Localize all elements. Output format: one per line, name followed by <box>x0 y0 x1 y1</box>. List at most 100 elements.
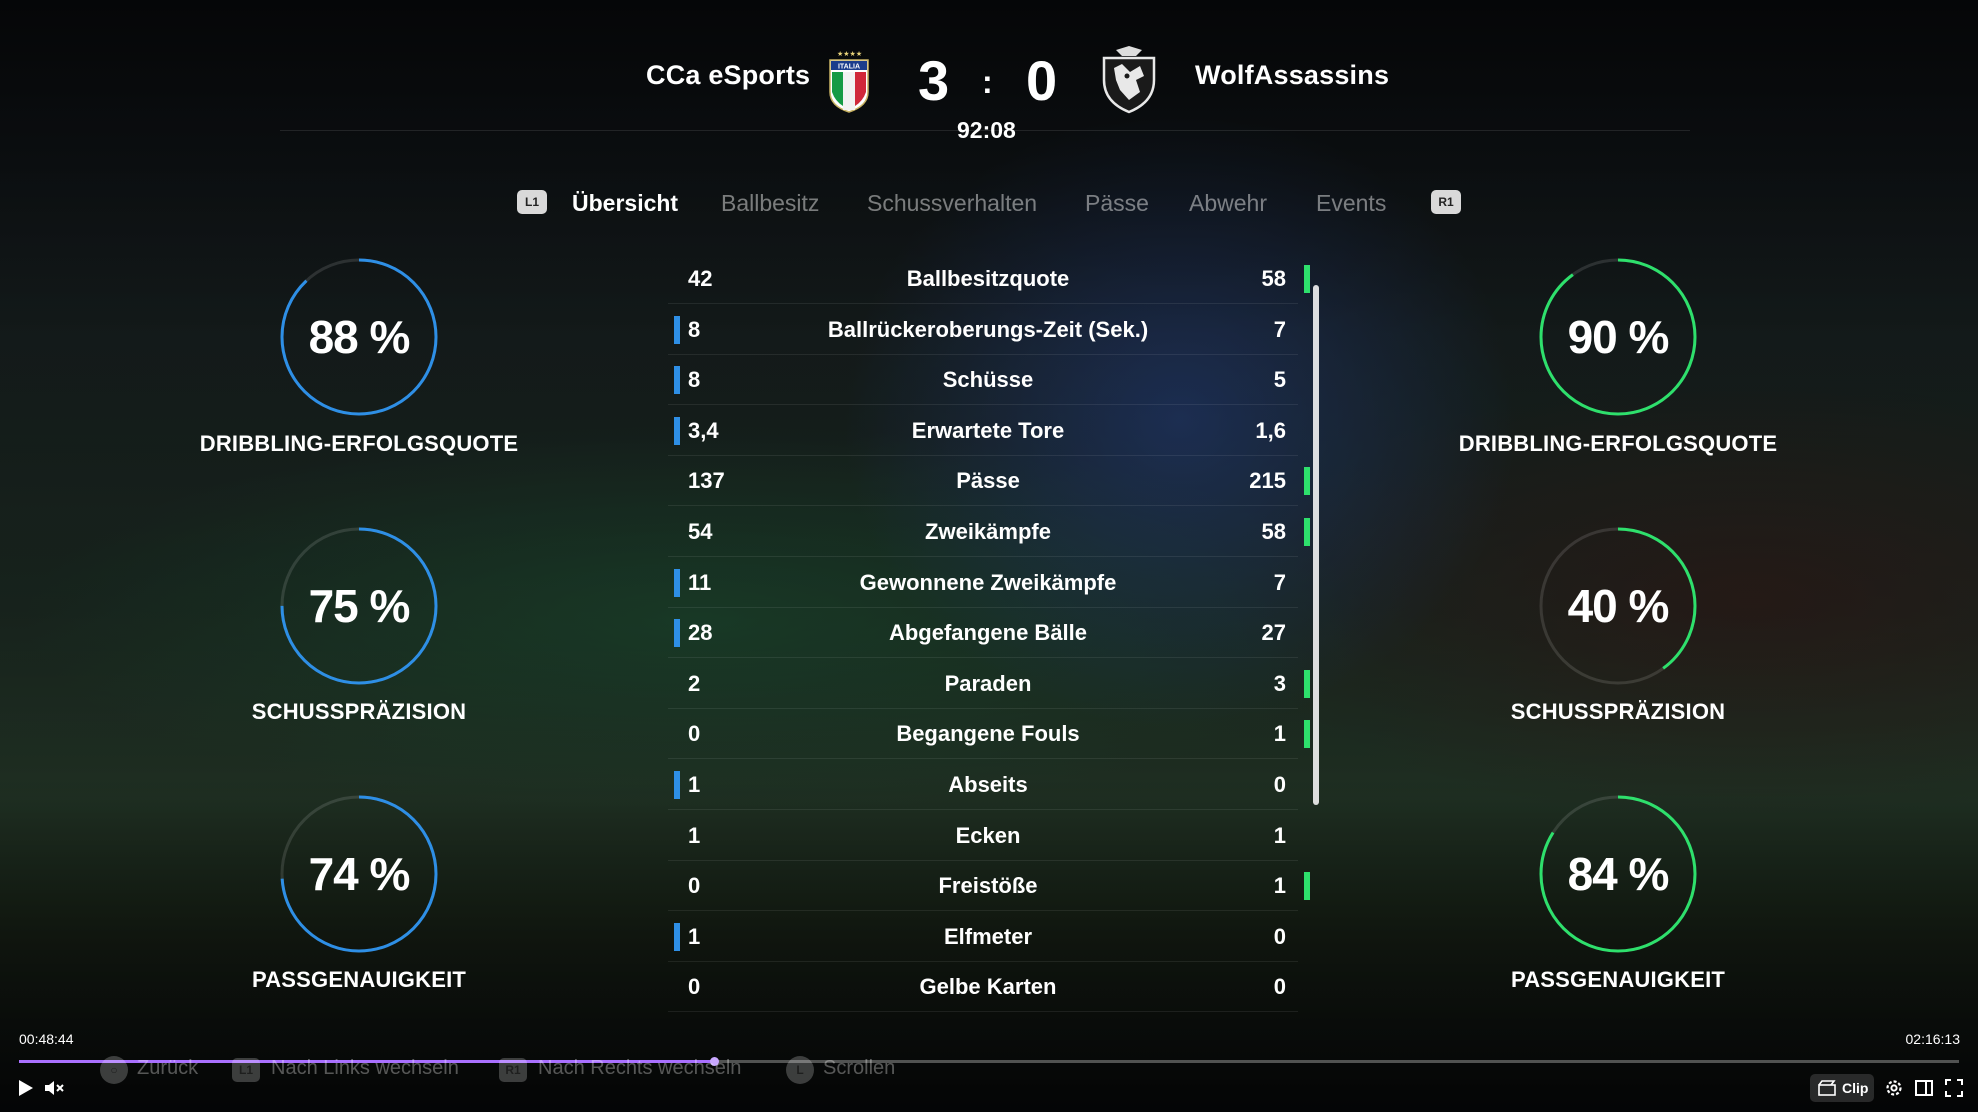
home-dribbling-ring: 88 % <box>278 256 440 418</box>
stat-away-value: 58 <box>1261 519 1286 544</box>
away-leader-bar <box>1304 265 1310 293</box>
home-shot-accuracy-ring: 75 % <box>278 525 440 687</box>
tab-paesse[interactable]: Pässe <box>1085 190 1149 217</box>
tab-uebersicht[interactable]: Übersicht <box>572 190 678 217</box>
tab-abwehr[interactable]: Abwehr <box>1189 190 1267 217</box>
stat-row: 137 Pässe 215 <box>668 456 1310 507</box>
away-pass-accuracy-label: PASSGENAUIGKEIT <box>1510 967 1726 992</box>
away-leader-bar <box>1304 467 1310 496</box>
away-team-name: WolfAssassins <box>1195 60 1390 90</box>
stat-row: 42 Ballbesitzquote 58 <box>668 254 1310 304</box>
stat-row: 3,4 Erwartete Tore 1,6 <box>668 406 1298 456</box>
stat-row: 1 Ecken 1 <box>668 811 1298 861</box>
stat-away-value: 3 <box>1273 670 1286 696</box>
stat-name: Ballbesitzquote <box>906 266 1070 291</box>
l1-hint-icon: L1 <box>232 1058 260 1082</box>
away-pass-accuracy-value: 84 % <box>1567 848 1670 900</box>
away-dribbling-value: 90 % <box>1567 311 1670 363</box>
play-icon[interactable] <box>13 1076 37 1100</box>
stats-scrollbar[interactable] <box>1313 285 1319 805</box>
back-hint-circle-icon: ○ <box>100 1056 128 1084</box>
stat-row: 0 Begangene Fouls 1 <box>668 709 1310 760</box>
stats-tab-bar: L1 Übersicht Ballbesitz Schussverhalten … <box>0 190 1978 220</box>
stat-row: 2 Paraden 3 <box>668 659 1310 709</box>
stat-name: Zweikämpfe <box>925 519 1051 544</box>
tab-schussverhalten[interactable]: Schussverhalten <box>867 190 1037 217</box>
stat-row: 28 Abgefangene Bälle 27 <box>668 608 1298 659</box>
stat-away-value: 58 <box>1261 266 1286 291</box>
away-shot-accuracy-value: 40 % <box>1567 580 1670 632</box>
away-dribbling-label: DRIBBLING-ERFOLGSQUOTE <box>1458 431 1778 456</box>
away-dribbling-ring: 90 % <box>1537 256 1699 418</box>
stat-away-value: 5 <box>1273 367 1286 393</box>
stat-row: 0 Gelbe Karten 0 <box>668 962 1298 1013</box>
home-dribbling-label: DRIBBLING-ERFOLGSQUOTE <box>199 431 519 456</box>
stat-away-value: 1 <box>1273 873 1286 899</box>
stat-name: Ecken <box>955 822 1021 848</box>
stat-away-value: 1 <box>1273 721 1286 747</box>
clip-label: Clip <box>1842 1080 1869 1096</box>
score-separator: : <box>982 64 993 100</box>
stat-away-value: 7 <box>1273 316 1286 342</box>
svg-text:★★★★: ★★★★ <box>837 50 862 58</box>
l1-shoulder-icon[interactable]: L1 <box>517 190 547 214</box>
away-shot-accuracy-ring: 40 % <box>1537 525 1699 687</box>
stat-row: 8 Ballrückeroberungs-Zeit (Sek.) 7 <box>668 305 1298 355</box>
away-leader-bar <box>1304 720 1310 749</box>
r1-shoulder-icon[interactable]: R1 <box>1431 190 1461 214</box>
home-shot-accuracy-label: SCHUSSPRÄZISION <box>251 699 467 724</box>
header-divider <box>280 130 1690 131</box>
stat-away-value: 7 <box>1273 569 1286 595</box>
clip-icon <box>1818 1080 1836 1096</box>
home-team-crest-icon: ★★★★ ITALIA <box>827 48 871 114</box>
total-time: 02:16:13 <box>1905 1031 1961 1047</box>
stat-name: Elfmeter <box>943 923 1033 949</box>
stat-away-value: 1,6 <box>1255 417 1286 443</box>
clip-button[interactable]: Clip <box>1810 1074 1874 1102</box>
stat-name: Freistöße <box>938 873 1038 899</box>
home-pass-accuracy-value: 74 % <box>308 848 411 900</box>
away-leader-bar <box>1304 872 1310 901</box>
home-pass-accuracy-label: PASSGENAUIGKEIT <box>251 967 467 992</box>
away-leader-bar <box>1304 518 1310 546</box>
switch-right-hint-label: Nach Rechts wechseln <box>538 1057 742 1079</box>
home-dribbling-value: 88 % <box>308 311 411 363</box>
stat-away-value: 0 <box>1273 772 1286 797</box>
stat-name: Paraden <box>944 670 1032 696</box>
r1-hint-icon: R1 <box>499 1058 527 1082</box>
stat-row: 8 Schüsse 5 <box>668 355 1298 406</box>
home-score: 3 <box>918 49 950 112</box>
back-hint-label: Zurück <box>137 1057 199 1079</box>
stat-name: Erwartete Tore <box>911 417 1065 443</box>
stat-away-value: 0 <box>1273 974 1286 1000</box>
stat-away-value: 0 <box>1273 923 1286 949</box>
fullscreen-icon[interactable] <box>1942 1076 1966 1100</box>
away-leader-bar <box>1304 669 1310 698</box>
svg-text:ITALIA: ITALIA <box>838 64 860 71</box>
away-shot-accuracy-label: SCHUSSPRÄZISION <box>1510 699 1726 724</box>
stat-name: Pässe <box>956 468 1020 494</box>
stat-name: Begangene Fouls <box>896 721 1080 747</box>
settings-gear-icon[interactable] <box>1882 1076 1906 1100</box>
stat-away-value: 1 <box>1273 822 1286 848</box>
home-pass-accuracy-ring: 74 % <box>278 793 440 955</box>
stat-away-value: 27 <box>1261 620 1286 646</box>
mute-icon[interactable] <box>42 1076 66 1100</box>
away-team-crest-icon <box>1100 46 1158 114</box>
stat-away-value: 215 <box>1249 468 1286 494</box>
stat-name: Abseits <box>948 772 1028 797</box>
stat-row: 1 Abseits 0 <box>668 760 1298 810</box>
stat-row: 54 Zweikämpfe 58 <box>668 507 1310 557</box>
current-time: 00:48:44 <box>19 1031 74 1047</box>
tab-events[interactable]: Events <box>1316 190 1386 217</box>
stat-name: Gewonnene Zweikämpfe <box>859 569 1117 595</box>
tab-ballbesitz[interactable]: Ballbesitz <box>721 190 819 217</box>
left-stick-hint-icon: L <box>786 1056 814 1084</box>
away-pass-accuracy-ring: 84 % <box>1537 793 1699 955</box>
stat-row: 0 Freistöße 1 <box>668 861 1310 912</box>
home-shot-accuracy-value: 75 % <box>308 580 411 632</box>
home-team-name: CCa eSports <box>646 60 811 90</box>
theatre-mode-icon[interactable] <box>1912 1076 1936 1100</box>
scroll-hint-label: Scrollen <box>823 1057 896 1079</box>
away-score: 0 <box>1026 49 1058 112</box>
